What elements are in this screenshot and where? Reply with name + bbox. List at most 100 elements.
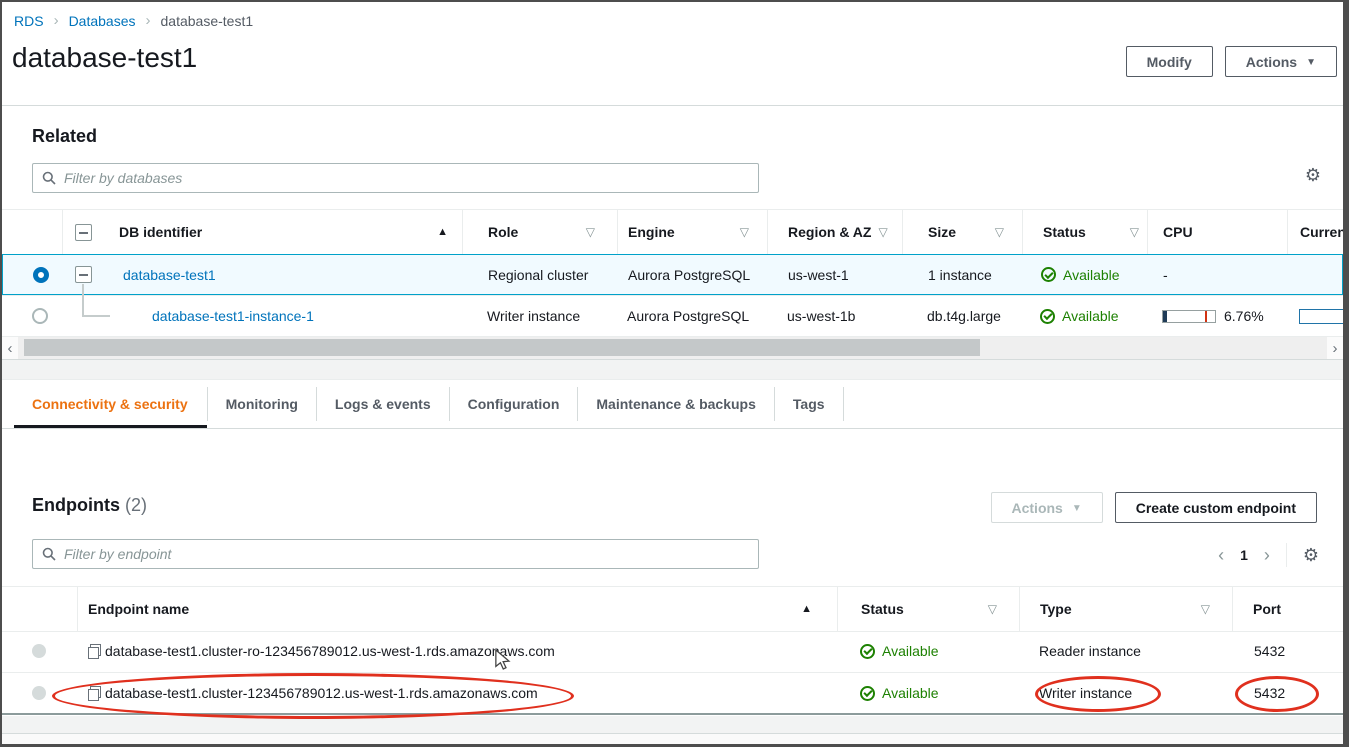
page-previous-icon[interactable]: ‹ (1218, 546, 1224, 564)
endpoints-table-header: Endpoint name ▲ Status ▽ Type ▽ Port (2, 586, 1343, 632)
row-radio-selected[interactable] (33, 267, 49, 283)
endpoint-radio[interactable] (32, 644, 46, 658)
endpoint-filter-input[interactable] (64, 546, 749, 562)
engine-cell: Aurora PostgreSQL (618, 255, 768, 294)
endpoint-status-cell: Available (837, 630, 1019, 672)
available-check-icon (1040, 309, 1055, 324)
available-check-icon (860, 686, 875, 701)
create-custom-endpoint-button[interactable]: Create custom endpoint (1115, 492, 1317, 523)
endpoint-type-cell: Reader instance (1019, 630, 1232, 672)
scroll-left-icon[interactable]: ‹ (2, 340, 18, 357)
filter-triangle-icon[interactable]: ▽ (586, 225, 595, 239)
filter-triangle-icon[interactable]: ▽ (740, 225, 749, 239)
related-table-header: DB identifier ▲ Role ▽ Engine ▽ Region &… (2, 209, 1343, 255)
endpoints-section: Endpoints (2) Actions ▼ Create custom en… (2, 429, 1343, 716)
tab-maintenance-backups[interactable]: Maintenance & backups (578, 387, 775, 421)
actions-label: Actions (1246, 54, 1297, 70)
scroll-right-icon[interactable]: › (1327, 340, 1343, 357)
endpoint-radio[interactable] (32, 686, 46, 700)
cpu-cell: - (1148, 255, 1288, 294)
copy-icon[interactable] (88, 644, 101, 659)
chevron-down-icon: ▼ (1306, 57, 1316, 68)
tab-monitoring[interactable]: Monitoring (207, 387, 317, 421)
section-gap (2, 716, 1343, 733)
col-db-identifier[interactable]: DB identifier ▲ (102, 210, 462, 254)
actions-dropdown-button[interactable]: Actions ▼ (1225, 46, 1337, 77)
col-endpoint-status-label: Status (861, 601, 904, 617)
collapse-all-icon[interactable] (75, 224, 92, 241)
col-cpu: CPU (1147, 210, 1287, 254)
col-endpoint-type-label: Type (1040, 601, 1072, 617)
col-region-az[interactable]: Region & AZ ▽ (767, 210, 902, 254)
available-check-icon (860, 644, 875, 659)
tab-tags[interactable]: Tags (775, 387, 844, 421)
row-radio-unselected[interactable] (32, 308, 48, 324)
endpoints-actions-dropdown-button[interactable]: Actions ▼ (991, 492, 1103, 523)
endpoint-port-cell: 5432 (1232, 630, 1343, 672)
endpoint-select-col-header (2, 587, 77, 631)
sort-ascending-icon: ▲ (437, 226, 448, 238)
breadcrumb-rds-link[interactable]: RDS (14, 13, 44, 29)
cpu-cell: 6.76% (1147, 296, 1287, 336)
current-activity-meter (1299, 309, 1349, 324)
related-settings-gear-icon[interactable]: ⚙ (1305, 166, 1321, 184)
col-status[interactable]: Status ▽ (1022, 210, 1147, 254)
role-cell: Writer instance (462, 296, 617, 336)
table-row-instance[interactable]: database-test1-instance-1 Writer instanc… (2, 295, 1343, 336)
col-endpoint-name-label: Endpoint name (88, 601, 189, 617)
status-cell: Available (1022, 296, 1147, 336)
db-cluster-link[interactable]: database-test1 (123, 267, 216, 283)
next-section-edge (2, 733, 1343, 744)
modify-button[interactable]: Modify (1126, 46, 1213, 77)
endpoint-row-reader[interactable]: database-test1.cluster-ro-123456789012.u… (2, 630, 1343, 672)
sort-ascending-icon: ▲ (801, 603, 812, 615)
endpoint-filter (32, 539, 759, 569)
col-engine[interactable]: Engine ▽ (617, 210, 767, 254)
pagination: ‹ 1 › ⚙ (1218, 543, 1319, 567)
related-filter-input[interactable] (64, 170, 749, 186)
page-number[interactable]: 1 (1240, 547, 1248, 563)
section-gap (2, 360, 1343, 379)
tab-configuration[interactable]: Configuration (450, 387, 579, 421)
scrollbar-track[interactable] (18, 337, 1327, 359)
endpoints-settings-gear-icon[interactable]: ⚙ (1303, 546, 1319, 564)
col-status-label: Status (1043, 224, 1086, 240)
endpoint-name-cell: database-test1.cluster-ro-123456789012.u… (77, 630, 837, 672)
filter-triangle-icon[interactable]: ▽ (1201, 602, 1210, 616)
scrollbar-thumb[interactable] (24, 339, 980, 356)
search-icon (42, 547, 56, 561)
col-current-label: Current (1300, 224, 1349, 240)
role-cell: Regional cluster (463, 255, 618, 294)
col-size[interactable]: Size ▽ (902, 210, 1022, 254)
engine-cell: Aurora PostgreSQL (617, 296, 767, 336)
col-db-identifier-label: DB identifier (119, 224, 202, 240)
cpu-meter (1162, 310, 1216, 323)
endpoint-row-writer[interactable]: database-test1.cluster-123456789012.us-w… (2, 672, 1343, 715)
tab-connectivity-security[interactable]: Connectivity & security (14, 380, 207, 428)
chevron-down-icon: ▼ (1072, 503, 1082, 514)
current-activity-cell (1288, 255, 1342, 294)
table-row-cluster[interactable]: database-test1 Regional cluster Aurora P… (2, 254, 1343, 295)
expander-icon[interactable] (75, 266, 92, 283)
page-next-icon[interactable]: › (1264, 546, 1270, 564)
divider (1286, 543, 1287, 567)
current-activity-cell (1287, 296, 1349, 336)
tree-connector (82, 284, 110, 317)
related-filter (32, 163, 759, 193)
size-cell: 1 instance (903, 255, 1023, 294)
col-role[interactable]: Role ▽ (462, 210, 617, 254)
filter-triangle-icon[interactable]: ▽ (995, 225, 1004, 239)
col-endpoint-status[interactable]: Status ▽ (837, 587, 1019, 631)
breadcrumb-separator-icon: › (54, 12, 59, 29)
col-endpoint-type[interactable]: Type ▽ (1019, 587, 1232, 631)
tab-logs-events[interactable]: Logs & events (317, 387, 450, 421)
col-cpu-label: CPU (1163, 224, 1193, 240)
breadcrumb: RDS › Databases › database-test1 (14, 12, 253, 29)
breadcrumb-databases-link[interactable]: Databases (69, 13, 136, 29)
filter-triangle-icon[interactable]: ▽ (988, 602, 997, 616)
filter-triangle-icon[interactable]: ▽ (1130, 225, 1139, 239)
filter-triangle-icon[interactable]: ▽ (878, 225, 887, 239)
db-instance-link[interactable]: database-test1-instance-1 (152, 308, 314, 324)
col-endpoint-name[interactable]: Endpoint name ▲ (77, 587, 837, 631)
copy-icon[interactable] (88, 686, 101, 701)
